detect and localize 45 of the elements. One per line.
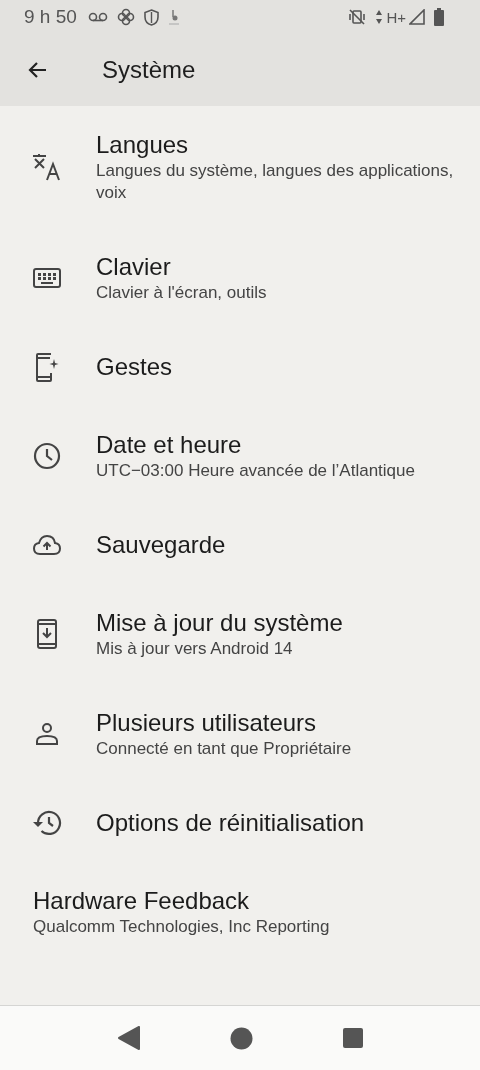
phone-sparkle-icon	[35, 352, 59, 382]
voicemail-icon	[87, 12, 108, 22]
data-arrows-icon	[375, 9, 384, 25]
item-title: Clavier	[96, 252, 172, 282]
page-title: Système	[102, 56, 196, 84]
back-nav-icon[interactable]	[117, 1026, 140, 1050]
settings-item[interactable]: Plusieurs utilisateurs Connecté en tant que Propriétaire	[0, 684, 480, 784]
battery-icon	[434, 8, 444, 26]
fan-icon	[116, 8, 135, 26]
keyboard-icon	[33, 268, 61, 288]
network-type: H+	[386, 8, 406, 26]
item-subtitle: Clavier à l'écran, outils	[96, 282, 267, 304]
item-title: Mise à jour du système	[96, 608, 343, 638]
phone-download-icon	[37, 619, 57, 649]
item-title: Gestes	[96, 352, 173, 382]
history-icon	[32, 810, 62, 836]
home-nav-icon[interactable]	[229, 1026, 253, 1050]
clock-icon	[33, 442, 61, 470]
item-subtitle: Langues du système, langues des applications, voix	[96, 160, 455, 204]
vibrate-off-icon	[348, 8, 367, 26]
recents-nav-icon[interactable]	[342, 1028, 363, 1048]
settings-item[interactable]: Gestes	[0, 328, 480, 406]
item-subtitle: Connecté en tant que Propriétaire	[96, 738, 352, 760]
settings-item[interactable]: Langues Langues du système, langues des applications, voix	[0, 106, 480, 228]
item-title: Plusieurs utilisateurs	[96, 708, 318, 738]
settings-item[interactable]: Sauvegarde	[0, 506, 480, 584]
settings-item[interactable]: Mise à jour du système Mis à jour vers Android 14	[0, 584, 480, 684]
status-time: 9 h 50	[24, 6, 77, 28]
item-subtitle: Qualcomm Technologies, Inc Reporting	[33, 916, 330, 938]
item-title: Hardware Feedback	[33, 886, 251, 916]
item-title: Langues	[96, 130, 190, 160]
settings-item[interactable]: Clavier Clavier à l'écran, outils	[0, 228, 480, 328]
settings-item[interactable]: Options de réinitialisation	[0, 784, 480, 862]
item-title: Options de réinitialisation	[96, 808, 365, 838]
item-subtitle: UTC−03:00 Heure avancée de l’Atlantique	[96, 460, 415, 482]
signal-icon	[409, 9, 425, 25]
settings-item[interactable]: Hardware Feedback Qualcomm Technologies, Inc Reporting	[0, 862, 480, 962]
cloud-upload-icon	[33, 535, 61, 555]
item-subtitle: Mis à jour vers Android 14	[96, 638, 294, 660]
item-title: Date et heure	[96, 430, 243, 460]
person-icon	[35, 722, 59, 746]
shield-icon	[143, 8, 159, 26]
translate-icon	[32, 153, 62, 181]
item-title: Sauvegarde	[96, 530, 226, 560]
settings-item[interactable]: Date et heure UTC−03:00 Heure avancée de l’Atlantique	[0, 406, 480, 506]
